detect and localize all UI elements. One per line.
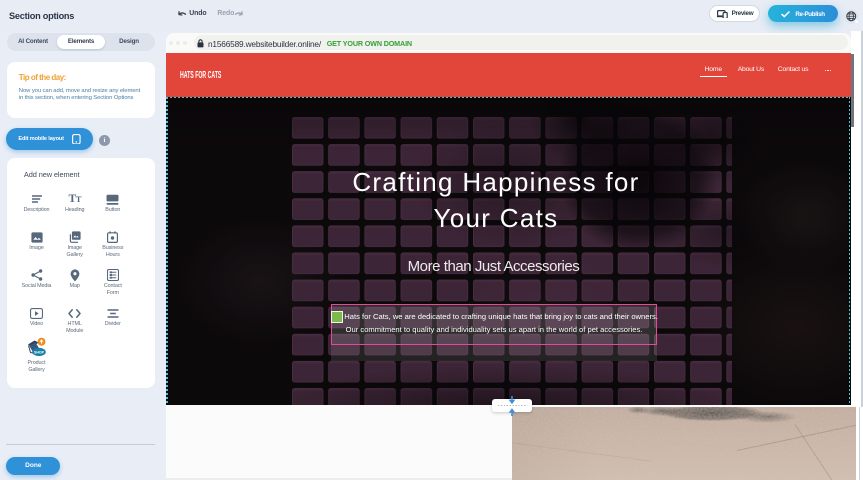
svg-text:SHOP: SHOP	[34, 350, 45, 354]
